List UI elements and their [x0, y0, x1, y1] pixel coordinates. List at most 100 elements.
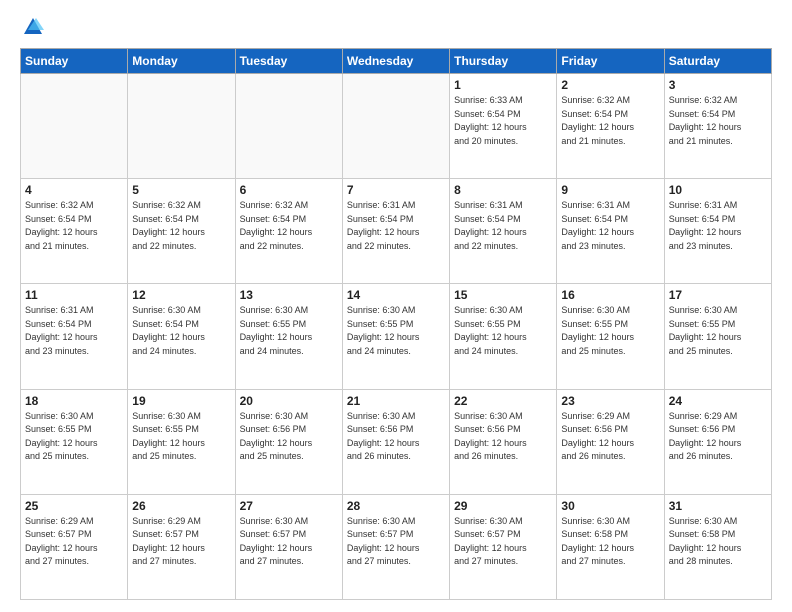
calendar-cell: 15 Sunrise: 6:30 AM Sunset: 6:55 PM Dayli… [450, 284, 557, 389]
day-info: Sunrise: 6:30 AM Sunset: 6:58 PM Dayligh… [669, 515, 767, 569]
day-info: Sunrise: 6:30 AM Sunset: 6:56 PM Dayligh… [347, 410, 445, 464]
day-info: Sunrise: 6:33 AM Sunset: 6:54 PM Dayligh… [454, 94, 552, 148]
calendar-cell: 30 Sunrise: 6:30 AM Sunset: 6:58 PM Dayli… [557, 494, 664, 599]
day-number: 5 [132, 183, 230, 197]
day-info: Sunrise: 6:30 AM Sunset: 6:57 PM Dayligh… [347, 515, 445, 569]
weekday-thursday: Thursday [450, 49, 557, 74]
day-number: 30 [561, 499, 659, 513]
calendar-cell: 26 Sunrise: 6:29 AM Sunset: 6:57 PM Dayli… [128, 494, 235, 599]
weekday-monday: Monday [128, 49, 235, 74]
day-info: Sunrise: 6:30 AM Sunset: 6:55 PM Dayligh… [240, 304, 338, 358]
calendar-cell: 14 Sunrise: 6:30 AM Sunset: 6:55 PM Dayli… [342, 284, 449, 389]
calendar-cell: 16 Sunrise: 6:30 AM Sunset: 6:55 PM Dayli… [557, 284, 664, 389]
calendar-cell: 24 Sunrise: 6:29 AM Sunset: 6:56 PM Dayli… [664, 389, 771, 494]
day-info: Sunrise: 6:30 AM Sunset: 6:57 PM Dayligh… [240, 515, 338, 569]
header [20, 16, 772, 38]
day-number: 23 [561, 394, 659, 408]
calendar-cell: 10 Sunrise: 6:31 AM Sunset: 6:54 PM Dayli… [664, 179, 771, 284]
logo [20, 16, 44, 38]
calendar-cell: 25 Sunrise: 6:29 AM Sunset: 6:57 PM Dayli… [21, 494, 128, 599]
week-row-2: 4Sunrise: 6:32 AM Sunset: 6:54 PM Daylig… [21, 179, 772, 284]
day-info: Sunrise: 6:32 AM Sunset: 6:54 PM Dayligh… [132, 199, 230, 253]
day-number: 24 [669, 394, 767, 408]
calendar-cell [342, 74, 449, 179]
day-number: 19 [132, 394, 230, 408]
day-number: 7 [347, 183, 445, 197]
calendar-cell: 8 Sunrise: 6:31 AM Sunset: 6:54 PM Daylig… [450, 179, 557, 284]
day-number: 28 [347, 499, 445, 513]
day-number: 10 [669, 183, 767, 197]
calendar-cell: 20Sunrise: 6:30 AM Sunset: 6:56 PM Dayli… [235, 389, 342, 494]
day-info: Sunrise: 6:31 AM Sunset: 6:54 PM Dayligh… [25, 304, 123, 358]
calendar-cell: 19 Sunrise: 6:30 AM Sunset: 6:55 PM Dayli… [128, 389, 235, 494]
day-info: Sunrise: 6:29 AM Sunset: 6:56 PM Dayligh… [669, 410, 767, 464]
calendar-cell: 17 Sunrise: 6:30 AM Sunset: 6:55 PM Dayli… [664, 284, 771, 389]
day-info: Sunrise: 6:31 AM Sunset: 6:54 PM Dayligh… [669, 199, 767, 253]
day-info: Sunrise: 6:30 AM Sunset: 6:58 PM Dayligh… [561, 515, 659, 569]
calendar-cell: 18 Sunrise: 6:30 AM Sunset: 6:55 PM Dayli… [21, 389, 128, 494]
day-info: Sunrise: 6:30 AM Sunset: 6:54 PM Dayligh… [132, 304, 230, 358]
day-info: Sunrise: 6:32 AM Sunset: 6:54 PM Dayligh… [240, 199, 338, 253]
day-number: 29 [454, 499, 552, 513]
day-number: 13 [240, 288, 338, 302]
day-info: Sunrise: 6:32 AM Sunset: 6:54 PM Dayligh… [669, 94, 767, 148]
calendar-cell [21, 74, 128, 179]
day-info: Sunrise: 6:29 AM Sunset: 6:57 PM Dayligh… [132, 515, 230, 569]
calendar-cell: 2Sunrise: 6:32 AM Sunset: 6:54 PM Daylig… [557, 74, 664, 179]
day-info: Sunrise: 6:32 AM Sunset: 6:54 PM Dayligh… [25, 199, 123, 253]
day-info: Sunrise: 6:29 AM Sunset: 6:56 PM Dayligh… [561, 410, 659, 464]
calendar-cell [235, 74, 342, 179]
calendar-cell: 28 Sunrise: 6:30 AM Sunset: 6:57 PM Dayli… [342, 494, 449, 599]
day-number: 14 [347, 288, 445, 302]
calendar-cell: 23 Sunrise: 6:29 AM Sunset: 6:56 PM Dayli… [557, 389, 664, 494]
weekday-wednesday: Wednesday [342, 49, 449, 74]
calendar-cell: 29Sunrise: 6:30 AM Sunset: 6:57 PM Dayli… [450, 494, 557, 599]
day-info: Sunrise: 6:30 AM Sunset: 6:55 PM Dayligh… [347, 304, 445, 358]
day-info: Sunrise: 6:29 AM Sunset: 6:57 PM Dayligh… [25, 515, 123, 569]
weekday-tuesday: Tuesday [235, 49, 342, 74]
day-number: 8 [454, 183, 552, 197]
day-info: Sunrise: 6:31 AM Sunset: 6:54 PM Dayligh… [561, 199, 659, 253]
day-number: 9 [561, 183, 659, 197]
calendar-cell: 13 Sunrise: 6:30 AM Sunset: 6:55 PM Dayli… [235, 284, 342, 389]
day-info: Sunrise: 6:30 AM Sunset: 6:55 PM Dayligh… [454, 304, 552, 358]
day-info: Sunrise: 6:30 AM Sunset: 6:55 PM Dayligh… [25, 410, 123, 464]
day-info: Sunrise: 6:30 AM Sunset: 6:55 PM Dayligh… [132, 410, 230, 464]
day-number: 25 [25, 499, 123, 513]
day-number: 2 [561, 78, 659, 92]
calendar-cell: 22 Sunrise: 6:30 AM Sunset: 6:56 PM Dayli… [450, 389, 557, 494]
calendar-table: SundayMondayTuesdayWednesdayThursdayFrid… [20, 48, 772, 600]
day-info: Sunrise: 6:31 AM Sunset: 6:54 PM Dayligh… [347, 199, 445, 253]
day-number: 18 [25, 394, 123, 408]
calendar-cell: 3 Sunrise: 6:32 AM Sunset: 6:54 PM Daylig… [664, 74, 771, 179]
day-number: 21 [347, 394, 445, 408]
calendar-cell: 12Sunrise: 6:30 AM Sunset: 6:54 PM Dayli… [128, 284, 235, 389]
calendar-cell: 27 Sunrise: 6:30 AM Sunset: 6:57 PM Dayli… [235, 494, 342, 599]
day-info: Sunrise: 6:31 AM Sunset: 6:54 PM Dayligh… [454, 199, 552, 253]
day-info: Sunrise: 6:30 AM Sunset: 6:55 PM Dayligh… [669, 304, 767, 358]
calendar-cell: 5 Sunrise: 6:32 AM Sunset: 6:54 PM Daylig… [128, 179, 235, 284]
calendar-cell: 9 Sunrise: 6:31 AM Sunset: 6:54 PM Daylig… [557, 179, 664, 284]
calendar-cell: 6 Sunrise: 6:32 AM Sunset: 6:54 PM Daylig… [235, 179, 342, 284]
calendar-cell: 4Sunrise: 6:32 AM Sunset: 6:54 PM Daylig… [21, 179, 128, 284]
week-row-3: 11 Sunrise: 6:31 AM Sunset: 6:54 PM Dayli… [21, 284, 772, 389]
day-number: 6 [240, 183, 338, 197]
day-number: 17 [669, 288, 767, 302]
day-info: Sunrise: 6:30 AM Sunset: 6:55 PM Dayligh… [561, 304, 659, 358]
day-number: 27 [240, 499, 338, 513]
day-number: 3 [669, 78, 767, 92]
calendar-cell: 1Sunrise: 6:33 AM Sunset: 6:54 PM Daylig… [450, 74, 557, 179]
day-number: 22 [454, 394, 552, 408]
weekday-saturday: Saturday [664, 49, 771, 74]
weekday-friday: Friday [557, 49, 664, 74]
day-info: Sunrise: 6:30 AM Sunset: 6:56 PM Dayligh… [454, 410, 552, 464]
day-number: 16 [561, 288, 659, 302]
calendar-cell: 31Sunrise: 6:30 AM Sunset: 6:58 PM Dayli… [664, 494, 771, 599]
weekday-header-row: SundayMondayTuesdayWednesdayThursdayFrid… [21, 49, 772, 74]
weekday-sunday: Sunday [21, 49, 128, 74]
day-number: 15 [454, 288, 552, 302]
week-row-5: 25 Sunrise: 6:29 AM Sunset: 6:57 PM Dayli… [21, 494, 772, 599]
day-number: 26 [132, 499, 230, 513]
logo-icon [22, 16, 44, 38]
day-number: 11 [25, 288, 123, 302]
